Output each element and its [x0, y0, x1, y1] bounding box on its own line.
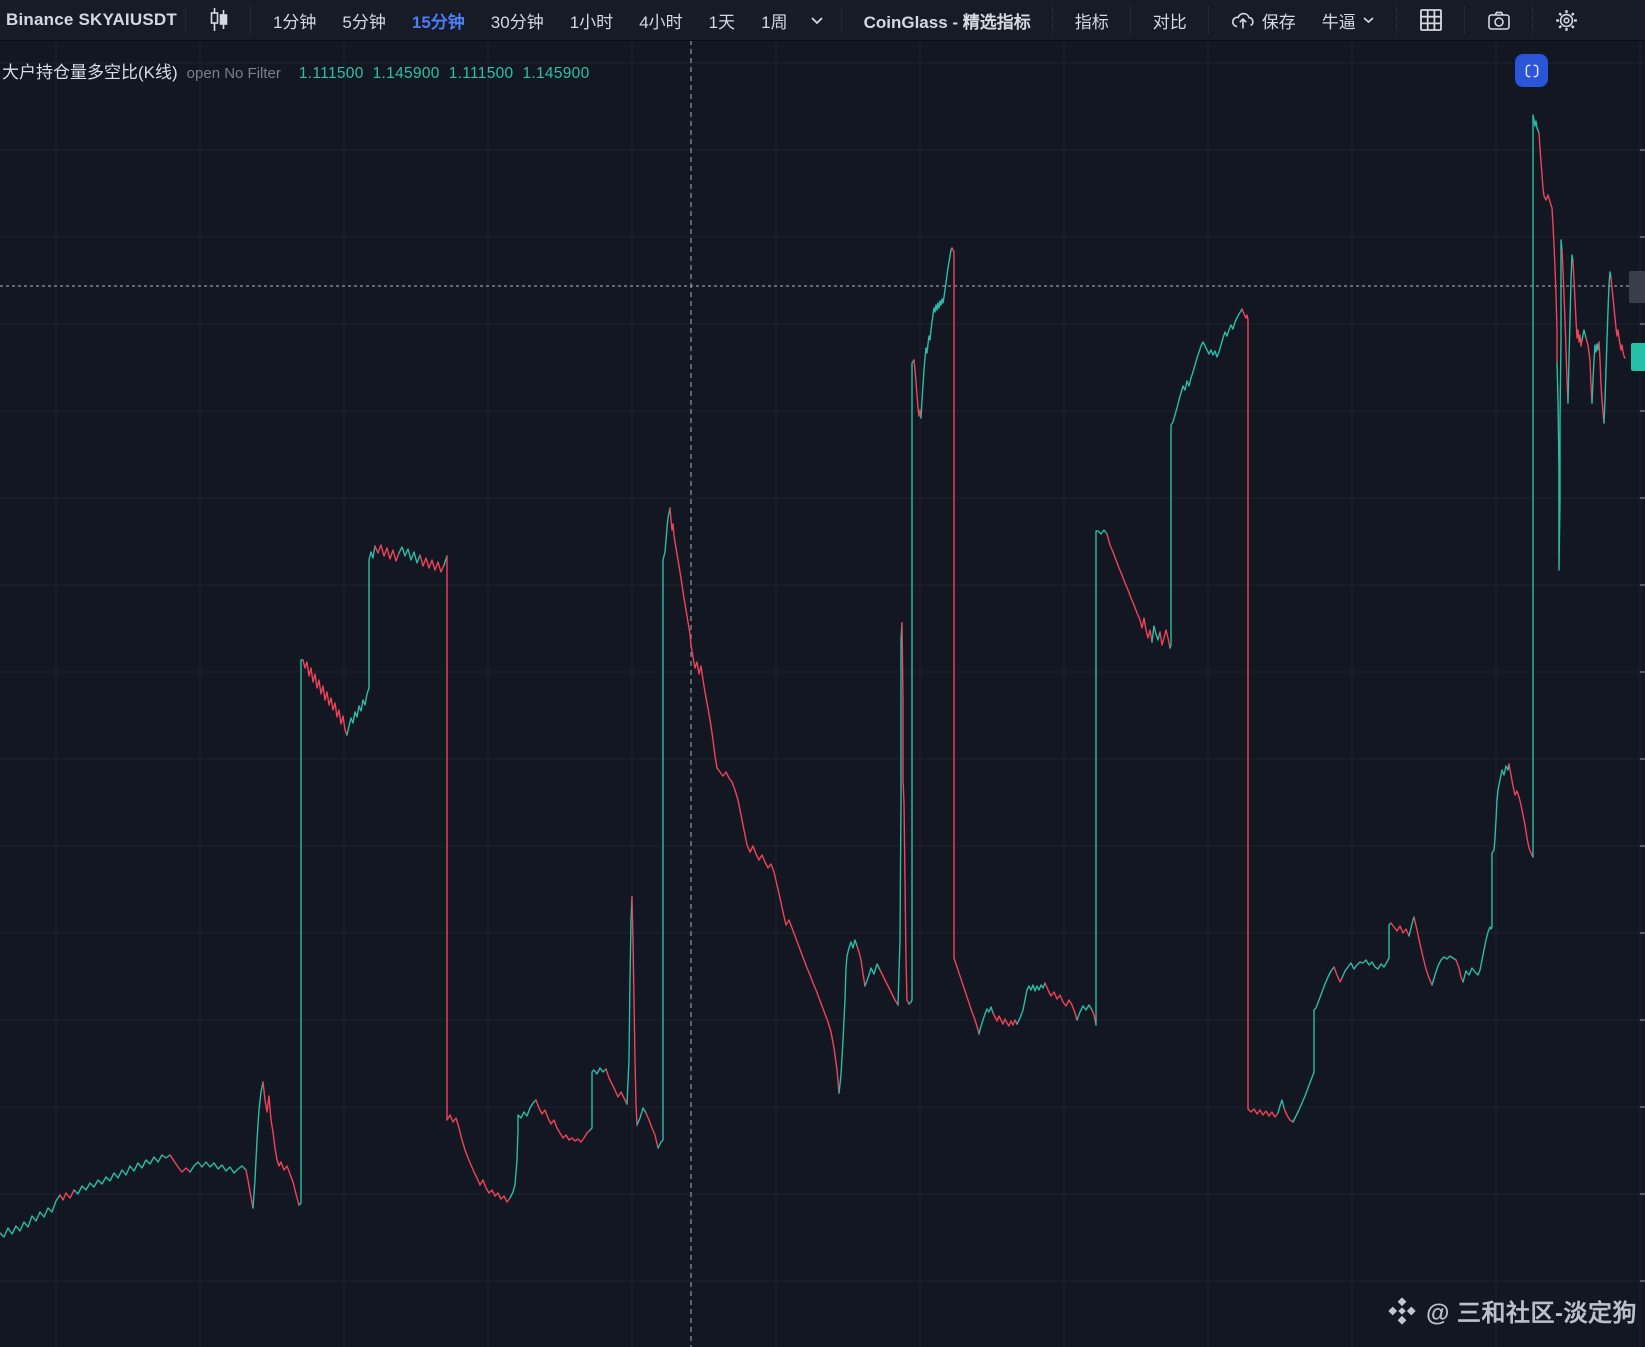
layout-label: 牛逼	[1321, 12, 1356, 32]
multichart-layout-button[interactable]	[1406, 0, 1456, 40]
interval-button-1周[interactable]: 1周	[748, 0, 800, 40]
interval-button-1小时[interactable]: 1小时	[557, 0, 626, 40]
toolbar-divider	[184, 7, 187, 33]
watermark-text: @ 三和社区-淡定狗	[1425, 1300, 1637, 1327]
toolbar-divider	[1463, 7, 1466, 33]
interval-more-button[interactable]	[801, 0, 833, 40]
series-legend: 大户持仓量多空比(K线) open No Filter 1.111500 1.14…	[2, 58, 599, 83]
brackets-loop-icon	[1525, 64, 1538, 77]
chevron-down-icon	[1363, 17, 1374, 24]
symbol-title: Binance SKYAIUSDT	[6, 10, 177, 29]
layout-button[interactable]: 牛逼	[1309, 0, 1388, 40]
community-logo-icon	[1387, 1296, 1417, 1326]
candlestick-icon	[210, 8, 228, 31]
series-settings-text: open No Filter	[186, 65, 281, 82]
interval-button-15分钟[interactable]: 15分钟	[399, 0, 478, 40]
save-label: 保存	[1261, 12, 1296, 32]
interval-list: 1分钟 5分钟 15分钟 30分钟 1小时 4小时 1天 1周	[260, 0, 801, 40]
compare-button[interactable]: 对比	[1140, 0, 1200, 40]
series-ohlc-values: 1.111500 1.145900 1.111500 1.145900	[298, 65, 590, 82]
series-title: 大户持仓量多空比(K线)	[2, 63, 178, 82]
watermark: @ 三和社区-淡定狗	[1387, 1293, 1637, 1328]
top-toolbar: Binance SKYAIUSDT 1分钟 5分钟 15分钟 30分钟 1小时 4小时 1天…	[0, 0, 1645, 41]
interval-button-1分钟[interactable]: 1分钟	[260, 0, 329, 40]
toolbar-divider	[249, 7, 252, 33]
gear-icon	[1555, 9, 1577, 31]
toolbar-divider	[1395, 7, 1398, 33]
interval-button-30分钟[interactable]: 30分钟	[478, 0, 557, 40]
chart-style-button[interactable]	[195, 0, 242, 40]
toolbar-divider	[1051, 7, 1054, 33]
interval-button-5分钟[interactable]: 5分钟	[329, 0, 398, 40]
cloud-upload-icon	[1231, 12, 1254, 29]
toolbar-divider	[1129, 7, 1132, 33]
toolbar-divider	[840, 7, 843, 33]
toolbar-divider	[1531, 7, 1534, 33]
indicators-button[interactable]: 指标	[1062, 0, 1122, 40]
region-sync-button[interactable]	[1515, 54, 1548, 87]
toolbar-divider	[1207, 7, 1210, 33]
chevron-down-icon	[810, 16, 823, 24]
settings-button[interactable]	[1542, 0, 1591, 40]
coinglass-indicators-button[interactable]: CoinGlass - 精选指标	[851, 0, 1044, 40]
screenshot-button[interactable]	[1474, 0, 1524, 40]
interval-button-4小时[interactable]: 4小时	[626, 0, 695, 40]
interval-button-1天[interactable]: 1天	[696, 0, 748, 40]
price-chart-canvas[interactable]	[0, 0, 1645, 1347]
grid-icon	[1419, 9, 1442, 31]
camera-icon	[1487, 11, 1510, 30]
save-button[interactable]: 保存	[1218, 0, 1309, 40]
trading-app: Binance SKYAIUSDT 1分钟 5分钟 15分钟 30分钟 1小时 4小时 1天…	[0, 0, 1645, 1347]
